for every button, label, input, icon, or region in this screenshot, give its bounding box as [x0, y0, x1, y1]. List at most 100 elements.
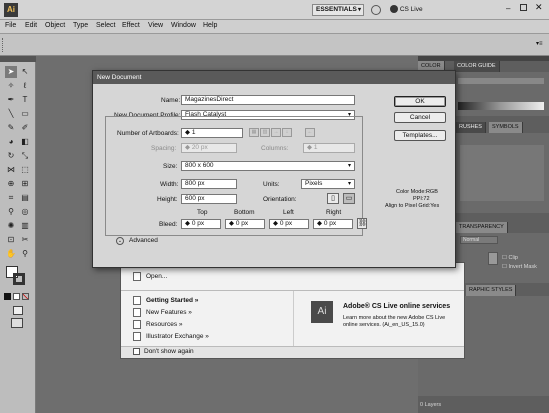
- menu-view[interactable]: View: [148, 22, 163, 29]
- spacing-value: 20 px: [191, 144, 208, 151]
- size-select[interactable]: 800 x 600: [181, 161, 355, 171]
- bleed-bottom-input[interactable]: ◆ 0 px: [225, 219, 265, 229]
- mesh-tool-icon[interactable]: ⌗: [5, 192, 17, 204]
- rotate-tool-icon[interactable]: ↻: [5, 150, 17, 162]
- gradient-tool-icon[interactable]: ▤: [19, 192, 31, 204]
- spacing-label: Spacing:: [151, 145, 177, 152]
- blob-brush-tool-icon[interactable]: ◕: [5, 136, 17, 148]
- arrange-by-row-icon: →: [271, 128, 281, 137]
- symbol-sprayer-tool-icon[interactable]: ✺: [5, 220, 17, 232]
- perspective-grid-tool-icon[interactable]: ⊞: [19, 178, 31, 190]
- dialog-title: New Document: [93, 71, 455, 84]
- zoom-tool-icon[interactable]: ⚲: [19, 248, 31, 260]
- direct-selection-tool-icon[interactable]: ↖: [19, 66, 31, 78]
- blend-mode-select[interactable]: Normal: [460, 236, 498, 244]
- panel-options-icon[interactable]: ▾≡: [536, 40, 543, 47]
- dont-show-again-checkbox[interactable]: Don't show again: [133, 348, 194, 355]
- resources-link[interactable]: Resources »: [133, 320, 183, 329]
- cs-live-icon: [390, 5, 398, 14]
- search-help-icon[interactable]: [371, 5, 381, 15]
- portrait-orientation-icon[interactable]: ▯: [327, 193, 339, 204]
- stepper-icon: ◆: [185, 129, 192, 136]
- bleed-right-input[interactable]: ◆ 0 px: [313, 219, 353, 229]
- bleed-top-input[interactable]: ◆ 0 px: [181, 219, 221, 229]
- close-button[interactable]: ✕: [535, 2, 543, 13]
- color-mode-gradient[interactable]: [13, 293, 20, 300]
- color-slider[interactable]: [458, 78, 544, 84]
- type-tool-icon[interactable]: T: [19, 94, 31, 106]
- columns-input: ◆ 1: [303, 143, 355, 153]
- tab-brushes[interactable]: RUSHES: [456, 122, 486, 133]
- name-label: Name:: [161, 97, 181, 104]
- cs-live-description-2: online services. (Ai_en_US_15.0): [343, 322, 425, 328]
- color-spectrum[interactable]: [458, 102, 544, 110]
- width-tool-icon[interactable]: ⋈: [5, 164, 17, 176]
- workspace-label: ESSENTIALS: [316, 6, 357, 13]
- templates-button[interactable]: Templates...: [394, 130, 446, 141]
- artboards-input[interactable]: ◆ 1: [181, 128, 243, 138]
- artboard-tool-icon[interactable]: ⊡: [5, 234, 17, 246]
- pencil-tool-icon[interactable]: ✐: [19, 122, 31, 134]
- color-mode-black[interactable]: [4, 293, 11, 300]
- new-features-link[interactable]: New Features »: [133, 308, 192, 317]
- menu-type[interactable]: Type: [73, 22, 88, 29]
- line-tool-icon[interactable]: ╲: [5, 108, 17, 120]
- tab-color-guide[interactable]: COLOR GUIDE: [454, 61, 500, 72]
- document-icon: [133, 296, 141, 305]
- tab-symbols[interactable]: SYMBOLS: [489, 122, 523, 133]
- column-graph-tool-icon[interactable]: ▥: [19, 220, 31, 232]
- bleed-top-label: Top: [197, 209, 208, 216]
- bleed-left-input[interactable]: ◆ 0 px: [269, 219, 309, 229]
- menu-window[interactable]: Window: [171, 22, 196, 29]
- shape-builder-tool-icon[interactable]: ⊕: [5, 178, 17, 190]
- rectangle-tool-icon[interactable]: ▭: [19, 108, 31, 120]
- paintbrush-tool-icon[interactable]: ✎: [5, 122, 17, 134]
- symbols-grid: [460, 145, 544, 201]
- menu-edit[interactable]: Edit: [25, 22, 37, 29]
- welcome-open[interactable]: Open...: [133, 272, 167, 281]
- minimize-button[interactable]: –: [506, 4, 510, 13]
- menu-select[interactable]: Select: [96, 22, 115, 29]
- name-input[interactable]: MagazinesDirect: [181, 95, 355, 105]
- cs-live-button[interactable]: CS Live: [390, 4, 423, 16]
- advanced-toggle[interactable]: ⌄: [116, 237, 124, 245]
- ok-button[interactable]: OK: [394, 96, 446, 107]
- screen-mode-icon[interactable]: [11, 318, 23, 328]
- stroke-swatch[interactable]: [13, 273, 25, 285]
- height-input[interactable]: 600 px: [181, 194, 237, 204]
- magic-wand-tool-icon[interactable]: ✧: [5, 80, 17, 92]
- link-bleed-icon[interactable]: ⛓: [357, 218, 367, 229]
- clip-checkbox[interactable]: ☐ Clip: [502, 255, 518, 261]
- cancel-button[interactable]: Cancel: [394, 112, 446, 123]
- color-mode-none[interactable]: [22, 293, 29, 300]
- maximize-button[interactable]: [520, 4, 527, 11]
- draw-mode-icon[interactable]: [13, 306, 23, 315]
- tab-graphic-styles[interactable]: RAPHIC STYLES: [466, 285, 517, 296]
- units-select[interactable]: Pixels: [301, 179, 355, 189]
- menu-effect[interactable]: Effect: [122, 22, 140, 29]
- menu-help[interactable]: Help: [203, 22, 217, 29]
- columns-label: Columns:: [261, 145, 289, 152]
- illustrator-exchange-link[interactable]: Illustrator Exchange »: [133, 332, 209, 341]
- tools-panel-header: [0, 56, 36, 62]
- blend-tool-icon[interactable]: ◎: [19, 206, 31, 218]
- eyedropper-tool-icon[interactable]: ⚲: [5, 206, 17, 218]
- invert-mask-checkbox[interactable]: ☐ Invert Mask: [502, 264, 537, 270]
- ai-logo-icon: Ai: [311, 301, 333, 323]
- lasso-tool-icon[interactable]: ℓ: [19, 80, 31, 92]
- hand-tool-icon[interactable]: ✋: [5, 248, 17, 260]
- tab-transparency[interactable]: TRANSPARENCY: [456, 222, 508, 233]
- menu-file[interactable]: File: [5, 22, 16, 29]
- workspace-switcher[interactable]: ESSENTIALS ▾: [312, 4, 364, 16]
- bleed-left-value: 0 px: [279, 220, 293, 227]
- menu-object[interactable]: Object: [45, 22, 65, 29]
- pen-tool-icon[interactable]: ✒: [5, 94, 17, 106]
- landscape-orientation-icon[interactable]: ▭: [343, 193, 355, 204]
- getting-started-link[interactable]: Getting Started »: [133, 296, 198, 305]
- width-input[interactable]: 800 px: [181, 179, 237, 189]
- scale-tool-icon[interactable]: ⤡: [19, 150, 31, 162]
- slice-tool-icon[interactable]: ✂: [19, 234, 31, 246]
- eraser-tool-icon[interactable]: ◧: [19, 136, 31, 148]
- free-transform-tool-icon[interactable]: ⬚: [19, 164, 31, 176]
- selection-tool-icon[interactable]: ➤: [5, 66, 17, 78]
